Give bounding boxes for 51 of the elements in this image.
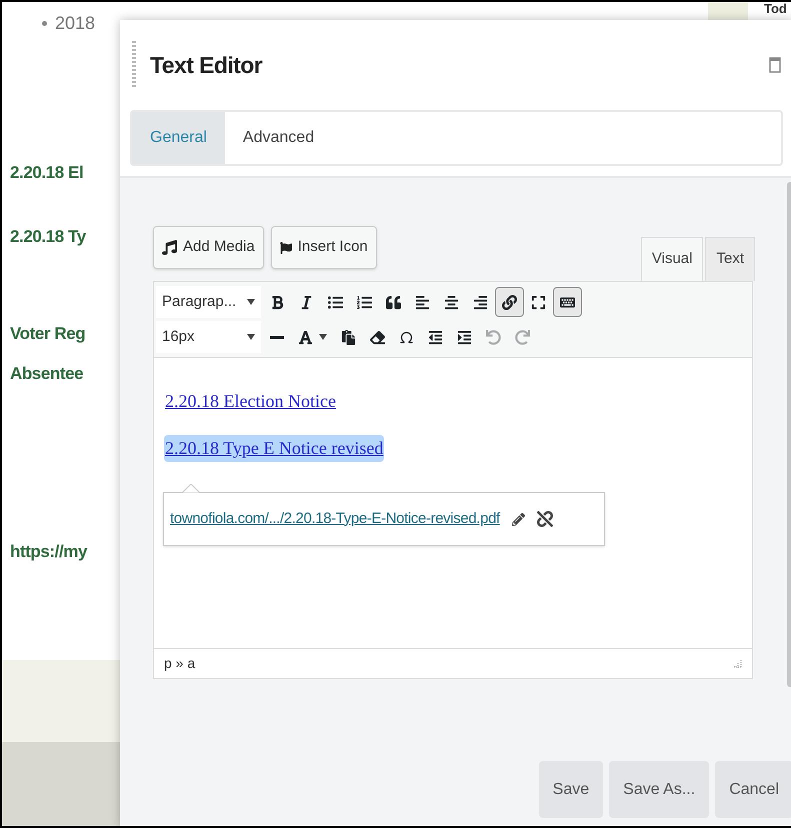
maximize-icon[interactable] (769, 57, 781, 73)
flag-icon (280, 242, 292, 254)
link-button[interactable] (495, 287, 524, 317)
content-link[interactable]: 2.20.18 Election Notice (164, 388, 337, 415)
format-select[interactable]: Paragrap... (156, 286, 261, 318)
footer-button[interactable]: Save As... (609, 761, 710, 818)
text-color-icon (298, 330, 313, 344)
caret-icon (247, 334, 255, 340)
font-size-select[interactable]: 16px (156, 321, 261, 353)
indent-icon (457, 330, 472, 344)
italic-icon (299, 294, 314, 310)
drag-handle-icon[interactable] (132, 41, 136, 89)
link-icon (502, 294, 517, 310)
omega-icon (399, 330, 414, 344)
fullscreen-icon (531, 294, 546, 310)
add-media-button[interactable]: Add Media (153, 226, 264, 269)
corner-text: Tod (764, 2, 787, 15)
popup-pointer-icon (182, 484, 200, 493)
bullet-icon (42, 21, 47, 26)
unlink-icon[interactable] (536, 511, 553, 527)
numbered-list-icon (357, 294, 372, 310)
pencil-icon[interactable] (512, 512, 525, 526)
outdent-icon (428, 330, 443, 344)
redo-icon (515, 330, 530, 344)
dialog-title: Text Editor (150, 50, 262, 80)
insert-icon-button[interactable]: Insert Icon (270, 226, 377, 269)
align-left-icon (415, 294, 430, 310)
resize-handle-icon[interactable] (734, 660, 742, 668)
bullet-list-icon (328, 294, 343, 310)
content-link[interactable]: 2.20.18 Type E Notice revised (164, 435, 384, 462)
editor-content[interactable]: 2.20.18 Election Notice 2.20.18 Type E Notice revised townofiola.com/.../2.20.18-Type-E-Notice-revised.pdf (154, 358, 752, 648)
footer-button[interactable]: Save (538, 761, 604, 818)
clipboard-icon (341, 330, 356, 344)
header-block (708, 2, 748, 22)
eraser-icon (370, 330, 385, 344)
media-icon (162, 240, 177, 255)
align-right-icon (473, 294, 488, 310)
footer-button[interactable]: Cancel (715, 761, 791, 818)
quote-icon (386, 294, 401, 310)
link-url[interactable]: townofiola.com/.../2.20.18-Type-E-Notice-revised.pdf (170, 508, 500, 530)
align-center-icon (444, 294, 459, 310)
caret-icon (247, 299, 255, 305)
bold-icon (270, 294, 285, 310)
caret-icon (319, 334, 327, 340)
editor-tab[interactable]: Visual (640, 237, 704, 281)
editor-tab[interactable]: Text (705, 237, 755, 281)
list-item: 2018 (55, 12, 96, 35)
keyboard-button[interactable] (553, 287, 582, 317)
keyboard-icon (560, 294, 575, 310)
undo-icon (486, 330, 501, 344)
element-path: p » a (164, 654, 196, 673)
